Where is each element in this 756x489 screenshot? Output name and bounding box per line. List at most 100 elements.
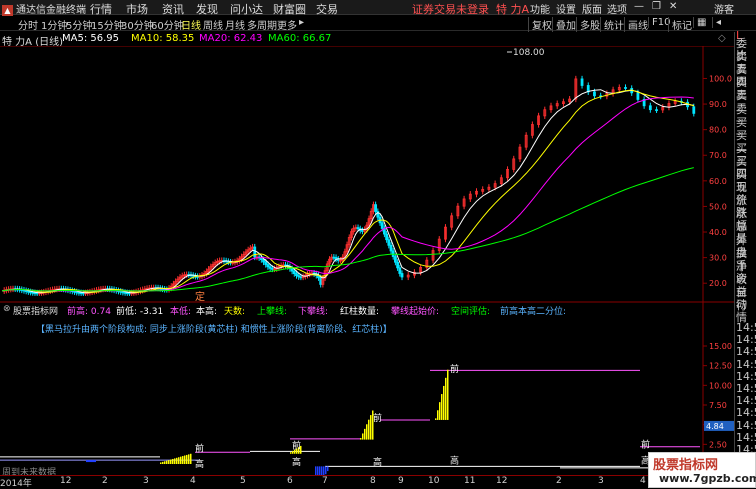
candle-body [356,227,360,230]
ind-bar-yellow [168,460,170,464]
x-tick-label: 12 [60,476,72,486]
period-daily[interactable]: 日线 [181,17,201,32]
menu-xuanxiang[interactable]: 选项 [607,1,627,16]
gao-label: 高 [292,456,301,468]
ma-line [1,89,694,294]
grid-icon[interactable]: ▦ [693,17,706,28]
period-more[interactable]: 更多 [277,17,297,32]
qian-label: 前 [450,363,459,375]
x-tick-label: 7 [322,476,328,486]
stock-tag: 特 力A [496,3,530,16]
overlay-button[interactable]: 叠加 [552,17,576,32]
top-menu-bar: ▲ 通达信金融终端 行情 市场 资讯 发现 问小达 财富圈 交易 证券交易未登录 … [0,0,756,17]
chevron-down-icon[interactable]: ▸ [299,17,304,28]
ind-tick-label: 2.50 [709,440,727,449]
ind-bar-yellow [164,461,166,464]
price-tick-label: 50.0 [709,202,727,211]
fuquan-button[interactable]: 复权 [528,17,552,32]
period-5min[interactable]: 5分钟 [66,17,92,32]
menu-wenxiaoda[interactable]: 问小达 [230,1,263,17]
candle-body [374,204,378,212]
ind-bar-yellow [170,459,172,464]
indicator-name[interactable]: 股票指标网 [13,304,58,317]
x-tick-label: 10 [428,476,440,486]
ind-bar-blue [317,466,319,475]
back-arrow-icon[interactable]: ◂ [712,17,721,28]
candle-body [268,266,272,269]
ma-line [1,96,694,292]
ma-bullet-icon: · [56,33,60,44]
x-tick-label: 5 [240,476,246,486]
chart-canvas[interactable]: 100.0 90.0 80.0 70.0 60.0 50.0 40.0 30.0 20.0 108… [0,46,734,475]
period-monthly[interactable]: 月线 [225,17,245,32]
draw-line-button[interactable]: 画线 [624,17,648,32]
indicator-settings-icon[interactable]: ⊗ [3,304,11,314]
ind-bar-yellow [182,456,184,464]
menu-zixun[interactable]: 资讯 [162,1,184,17]
ind-bar-blue [86,460,96,463]
restore-icon[interactable]: ❐ [652,1,661,12]
candle-body [73,290,76,293]
menu-faxian[interactable]: 发现 [196,1,218,17]
period-30min[interactable]: 30分钟 [121,17,154,32]
period-60min[interactable]: 60分钟 [151,17,184,32]
panel-time: 14:5 [736,406,756,420]
x-tick-label: 4 [190,476,196,486]
ind-bar-blue [325,466,327,475]
app-title: 通达信金融终端 [16,5,86,16]
x-tick-label: 11 [464,476,476,486]
multi-stock-button[interactable]: 多股 [576,17,600,32]
period-1min[interactable]: 1分钟 [41,17,67,32]
menu-hangqing[interactable]: 行情 [90,1,112,17]
candle-body [593,91,596,97]
x-tick-label: 8 [370,476,376,486]
candle-body [299,276,303,279]
app-logo: ▲ 通达信金融终端 [2,1,86,16]
candle-body [398,267,402,274]
period-15min[interactable]: 15分钟 [91,17,124,32]
ind-bar-yellow [172,458,174,464]
ind-bar-yellow [370,415,372,440]
candle-body [361,230,364,232]
close-icon[interactable]: ✕ [669,1,677,12]
ind-bar-yellow [292,450,294,454]
x-tick-label: 3 [598,476,604,486]
user-label[interactable]: 游客 [714,1,734,16]
menu-shezhi[interactable]: 设置 [556,1,576,16]
gao-label: 高 [373,456,382,468]
menu-gongneng[interactable]: 功能 [530,1,550,16]
menu-banmian[interactable]: 版面 [582,1,602,16]
watermark-url: www.7gpzb.com [659,472,756,485]
minimize-icon[interactable]: — [634,1,644,12]
candle-body [295,273,298,277]
menu-shichang[interactable]: 市场 [126,1,148,17]
ma-line [1,167,694,292]
ma20-value: MA20: 62.43 [199,33,263,44]
ding-marker: 定 [195,290,205,303]
statistics-button[interactable]: 统计 [600,17,624,32]
ind-bar-blue [327,466,329,472]
ma-line [1,89,694,293]
menu-caifuquan[interactable]: 财富圈 [273,1,306,17]
price-tick-label: 70.0 [709,151,727,160]
x-tick-label: 2014年 [0,479,32,489]
chart-options-icon[interactable]: ◇ [718,33,726,44]
x-tick-label: 3 [143,476,149,486]
x-axis: 2014年 12 2 3 4 5 6 7 8 9 10 11 12 2 3 4 [0,475,756,489]
mark-button[interactable]: 标记 [668,17,692,32]
ind-item-qiandi: 前低: -3.31 [116,307,164,317]
menu-jiaoyi[interactable]: 交易 [316,1,338,17]
period-weekly[interactable]: 周线 [203,17,223,32]
ind-item-shangpan: 上攀线: [257,307,288,317]
ind-item-qiangao: 前高: 0.74 [67,307,111,317]
candle-body [380,222,384,229]
panel-time: 14:5 [736,321,756,334]
candle-body [270,267,274,270]
price-tick-label: 60.0 [709,177,727,186]
period-multi[interactable]: 多周期 [247,17,277,32]
period-fenshi[interactable]: 分时 [18,17,38,32]
ma60-value: MA60: 66.67 [268,33,332,44]
login-status-text[interactable]: 证券交易未登录 特 力A [412,1,529,17]
panel-time: 14:5 [736,345,756,359]
candle-body [125,292,129,295]
